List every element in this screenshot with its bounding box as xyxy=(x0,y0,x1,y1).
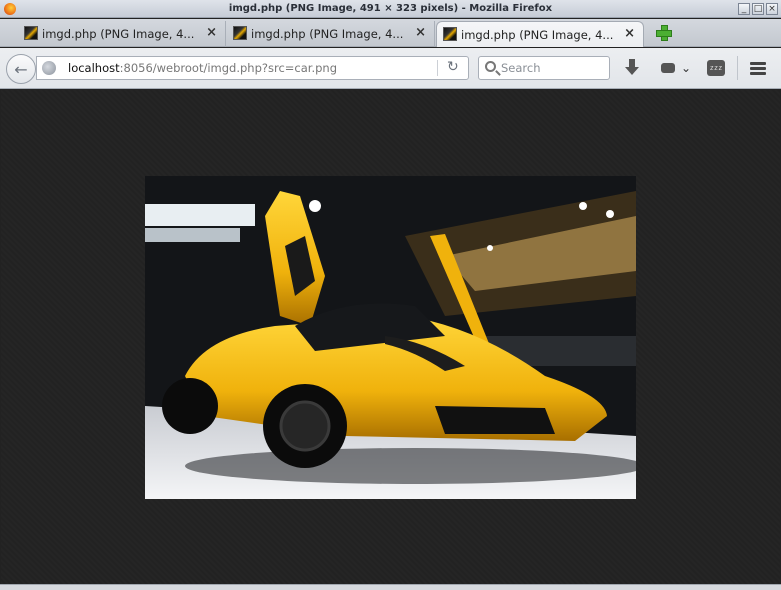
spotlight xyxy=(579,202,587,210)
back-arrow-icon: ← xyxy=(14,59,28,79)
tab-close-icon[interactable]: × xyxy=(206,25,217,40)
new-tab-plus-icon[interactable] xyxy=(655,24,672,41)
status-bar xyxy=(0,584,781,590)
search-input[interactable] xyxy=(501,60,605,76)
search-icon xyxy=(485,61,496,72)
menu-bar-line xyxy=(750,62,766,65)
displayed-image[interactable] xyxy=(145,176,636,499)
navigation-toolbar: localhost:8056/webroot/imgd.php?src=car.… xyxy=(0,48,781,89)
window-strip xyxy=(145,228,240,242)
car-shadow xyxy=(185,448,636,484)
tab-close-icon[interactable]: × xyxy=(624,26,635,41)
window-strip xyxy=(145,204,255,226)
close-window-button[interactable]: × xyxy=(766,3,778,15)
image-favicon-icon xyxy=(233,26,247,40)
addon-button[interactable]: ⌄ xyxy=(657,58,695,78)
menu-bar-line xyxy=(750,72,766,75)
sleep-tabs-icon[interactable]: zzz xyxy=(707,60,725,76)
window-titlebar: imgd.php (PNG Image, 491 × 323 pixels) -… xyxy=(0,0,781,18)
addon-icon xyxy=(660,63,675,73)
tab-3-active[interactable]: imgd.php (PNG Image, 4... × xyxy=(436,21,644,47)
tab-label: imgd.php (PNG Image, 4... xyxy=(251,27,404,41)
spotlight xyxy=(606,210,614,218)
page-content xyxy=(1,90,780,584)
url-separator xyxy=(437,60,438,76)
tab-close-icon[interactable]: × xyxy=(415,25,426,40)
tab-2[interactable]: imgd.php (PNG Image, 4... × xyxy=(227,21,435,47)
minimize-button[interactable]: _ xyxy=(738,3,750,15)
maximize-button[interactable]: □ xyxy=(752,3,764,15)
reload-icon[interactable]: ↻ xyxy=(447,59,459,75)
download-icon[interactable] xyxy=(622,58,642,78)
chevron-down-icon[interactable]: ⌄ xyxy=(681,61,691,75)
spotlight xyxy=(487,245,493,251)
menu-bar-line xyxy=(750,67,766,70)
tab-1[interactable]: imgd.php (PNG Image, 4... × xyxy=(18,21,226,47)
image-favicon-icon xyxy=(443,27,457,41)
car-photo xyxy=(145,176,636,499)
wheel-rim xyxy=(279,400,331,452)
url-host: localhost xyxy=(68,61,120,75)
tab-strip: imgd.php (PNG Image, 4... × imgd.php (PN… xyxy=(0,19,781,47)
globe-icon xyxy=(42,61,56,75)
search-box[interactable] xyxy=(478,56,610,80)
tab-label: imgd.php (PNG Image, 4... xyxy=(461,27,614,42)
url-bar[interactable]: localhost:8056/webroot/imgd.php?src=car.… xyxy=(36,56,469,80)
window-title: imgd.php (PNG Image, 491 × 323 pixels) -… xyxy=(228,3,553,14)
spotlight xyxy=(309,200,321,212)
url-text[interactable]: localhost:8056/webroot/imgd.php?src=car.… xyxy=(68,61,337,75)
toolbar-separator xyxy=(737,56,738,80)
front-grille xyxy=(435,406,555,434)
hamburger-menu-icon[interactable] xyxy=(749,62,767,75)
url-path: :8056/webroot/imgd.php?src=car.png xyxy=(119,61,338,75)
window-controls: _ □ × xyxy=(738,3,778,15)
firefox-logo-icon xyxy=(4,3,16,15)
image-favicon-icon xyxy=(24,26,38,40)
tab-label: imgd.php (PNG Image, 4... xyxy=(42,27,195,41)
rear-wheel xyxy=(162,378,218,434)
back-button[interactable]: ← xyxy=(6,54,36,84)
